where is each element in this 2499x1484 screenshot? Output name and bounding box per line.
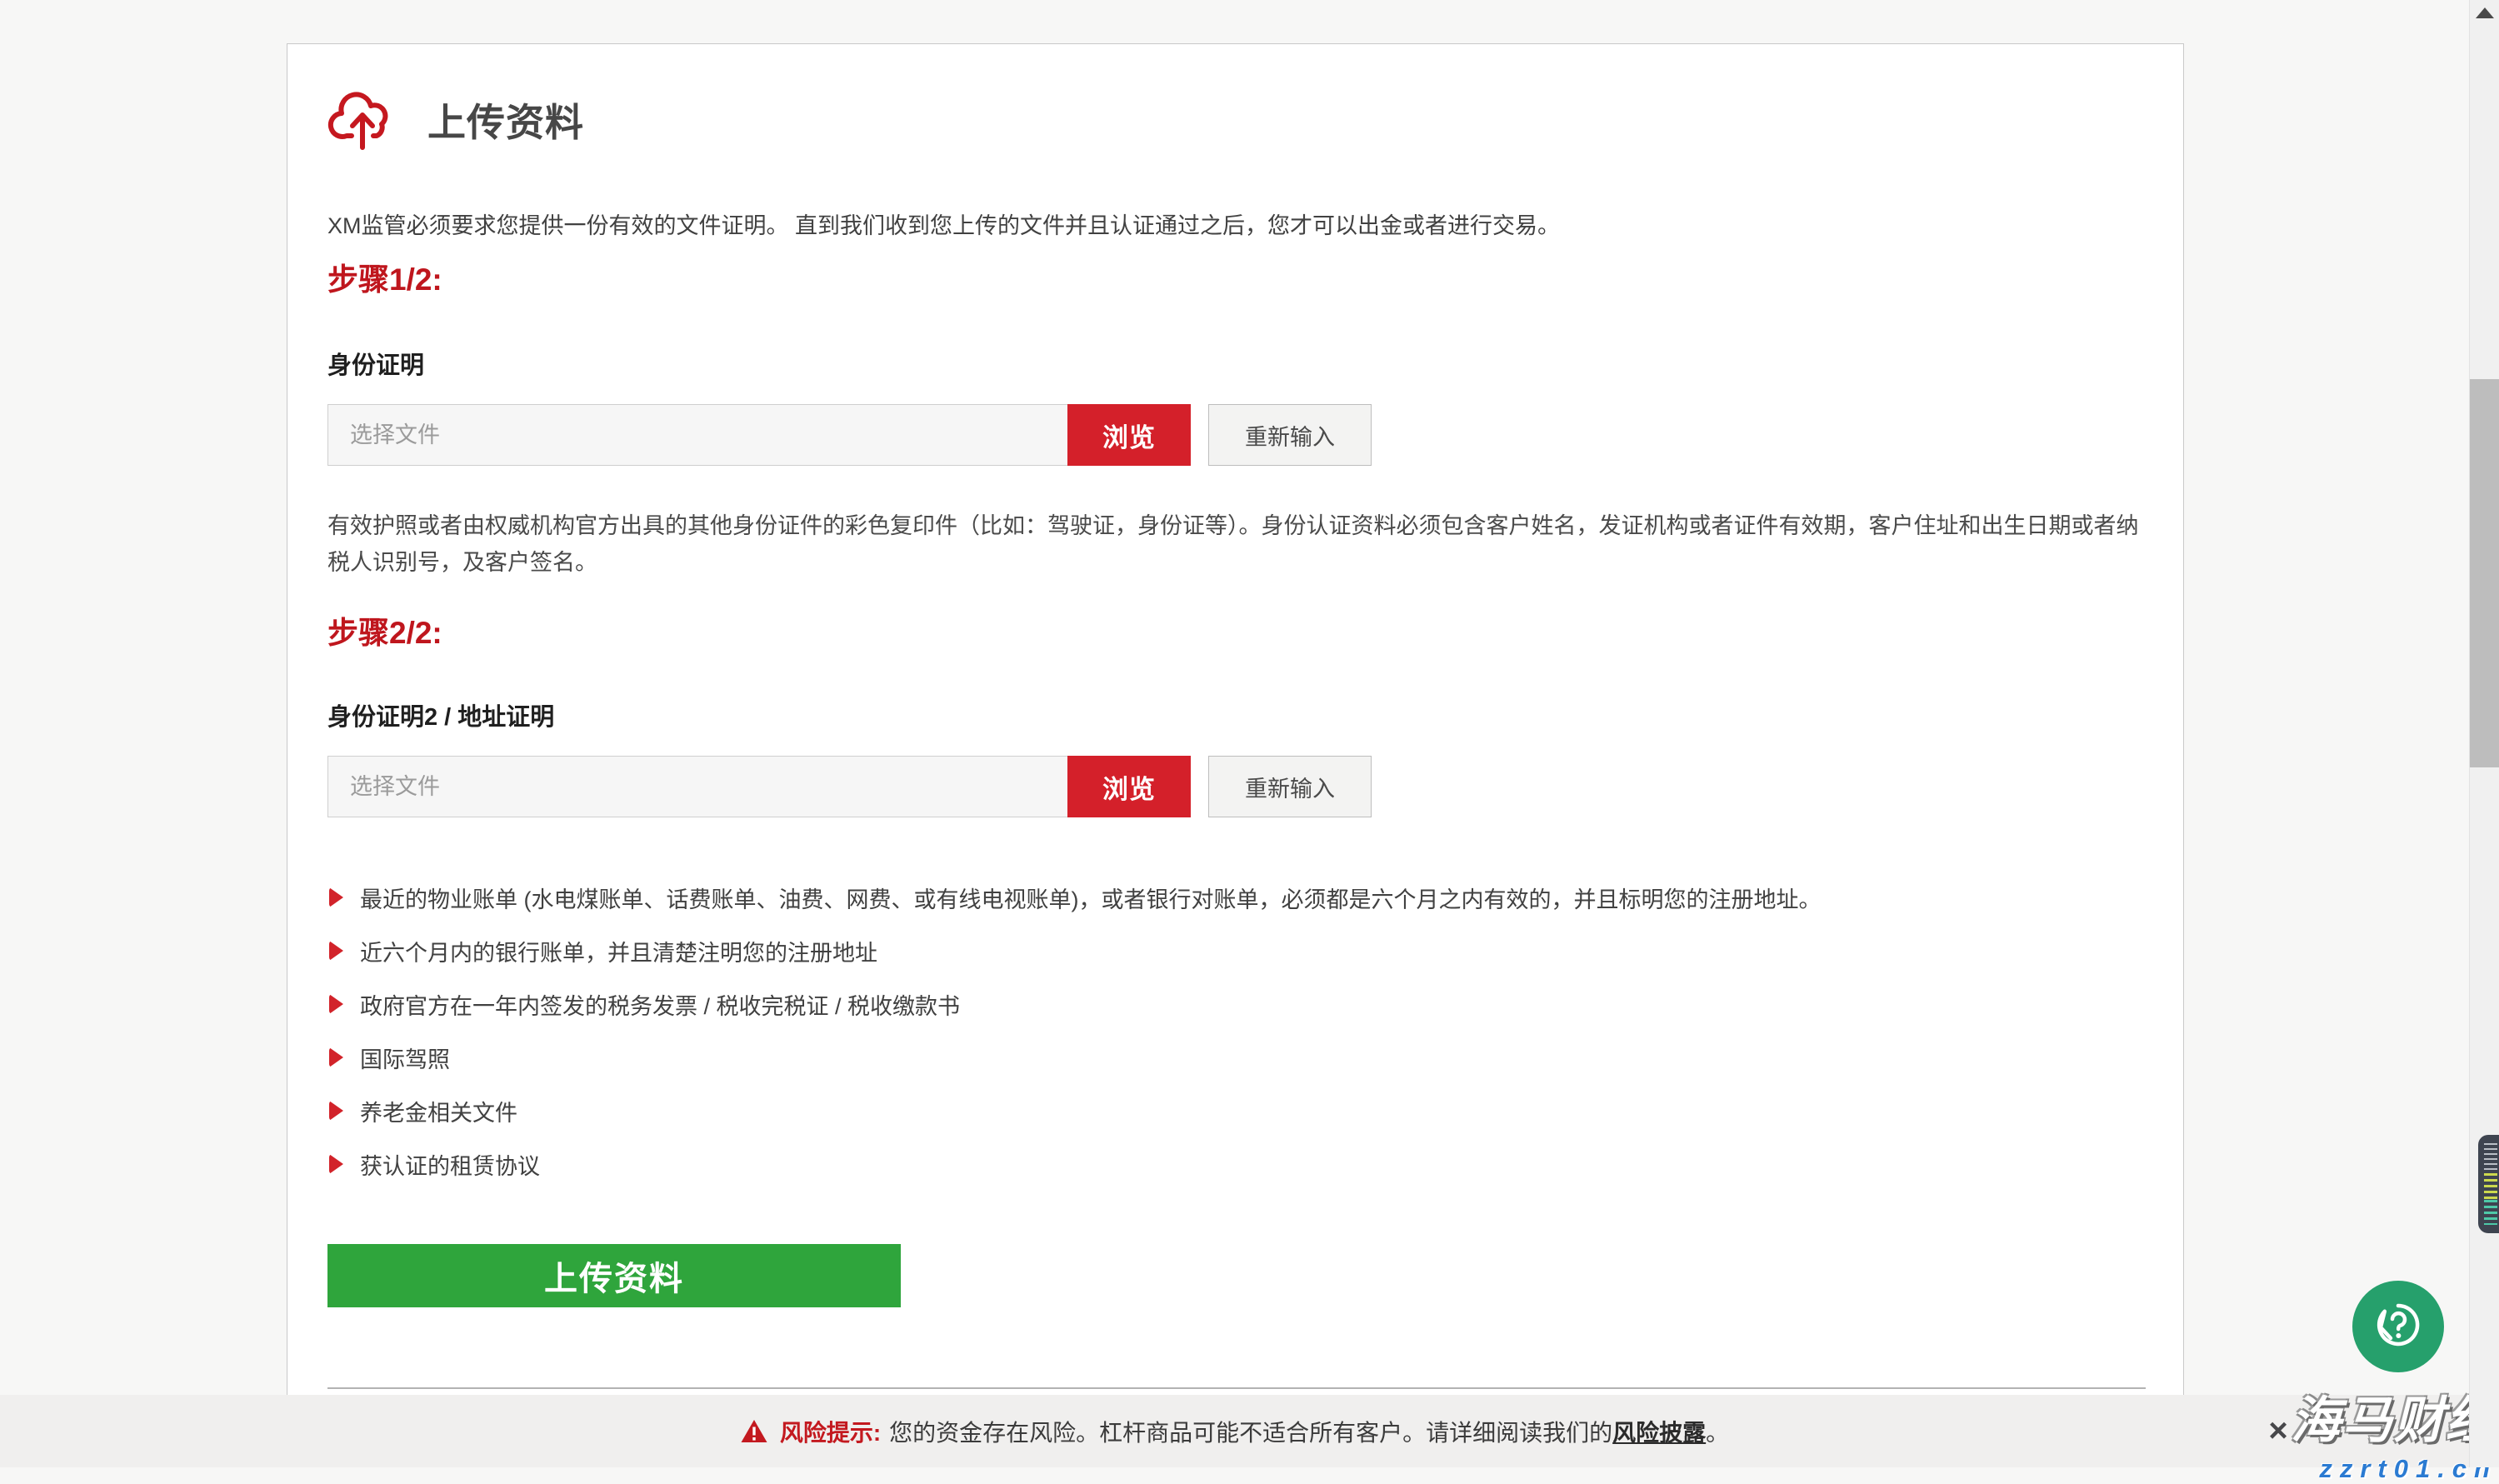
scroll-up-arrow-icon[interactable]	[2476, 7, 2494, 18]
risk-warning-label: 风险提示:	[780, 1415, 881, 1448]
page-header: 上传资料	[327, 84, 584, 155]
bullet-arrow-icon	[329, 941, 343, 961]
equalizer-bars-bottom	[2484, 1200, 2497, 1225]
list-item: 近六个月内的银行账单，并且清楚注明您的注册地址	[329, 924, 1821, 977]
list-item-text: 最近的物业账单 (水电煤账单、话费账单、油费、网费、或有线电视账单)，或者银行对…	[360, 882, 1821, 914]
step-2-heading: 步骤2/2:	[327, 607, 442, 652]
card-bottom-divider	[327, 1387, 2146, 1389]
live-chat-button[interactable]	[2352, 1281, 2444, 1372]
list-item-text: 获认证的租赁协议	[360, 1148, 540, 1181]
bullet-arrow-icon	[329, 887, 343, 907]
list-item-text: 政府官方在一年内签发的税务发票 / 税收完税证 / 税收缴款书	[360, 988, 960, 1021]
identity-proof-file-input[interactable]	[327, 404, 1067, 466]
list-item: 国际驾照	[329, 1031, 1821, 1084]
identity-proof-file-row: 浏览 重新输入	[327, 404, 1372, 466]
identity-proof-label: 身份证明	[327, 346, 424, 381]
bullet-arrow-icon	[329, 1047, 343, 1067]
list-item-text: 近六个月内的银行账单，并且清楚注明您的注册地址	[360, 935, 877, 967]
page-title: 上传资料	[427, 92, 584, 147]
identity-proof-reset-button[interactable]: 重新输入	[1208, 404, 1372, 466]
address-proof-browse-button[interactable]: 浏览	[1067, 756, 1191, 817]
list-item-text: 国际驾照	[360, 1042, 450, 1074]
equalizer-bars-middle	[2484, 1173, 2497, 1200]
scrollbar-thumb[interactable]	[2470, 379, 2499, 767]
bullet-arrow-icon	[329, 1101, 343, 1121]
vertical-scrollbar[interactable]	[2469, 0, 2499, 1467]
upload-documents-card: 上传资料 XM监管必须要求您提供一份有效的文件证明。 直到我们收到您上传的文件并…	[287, 43, 2184, 1395]
help-chat-icon	[2371, 1297, 2426, 1357]
bullet-arrow-icon	[329, 1154, 343, 1174]
list-item: 政府官方在一年内签发的税务发票 / 税收完税证 / 税收缴款书	[329, 977, 1821, 1031]
identity-proof-description: 有效护照或者由权威机构官方出具的其他身份证件的彩色复印件（比如：驾驶证，身份证等…	[327, 507, 2157, 581]
address-proof-file-input[interactable]	[327, 756, 1067, 817]
risk-disclosure-link[interactable]: 风险披露	[1612, 1415, 1706, 1448]
risk-warning-text: 您的资金存在风险。杠杆商品可能不适合所有客户。请详细阅读我们的	[889, 1415, 1612, 1448]
step-1-heading: 步骤1/2:	[327, 254, 442, 299]
list-item: 养老金相关文件	[329, 1084, 1821, 1137]
bullet-arrow-icon	[329, 994, 343, 1014]
list-item-text: 养老金相关文件	[360, 1095, 517, 1127]
warning-triangle-icon	[740, 1418, 768, 1444]
identity-proof-browse-button[interactable]: 浏览	[1067, 404, 1191, 466]
address-proof-file-row: 浏览 重新输入	[327, 756, 1372, 817]
cloud-upload-icon	[327, 84, 397, 155]
intro-text: XM监管必须要求您提供一份有效的文件证明。 直到我们收到您上传的文件并且认证通过…	[327, 207, 2144, 240]
list-item: 最近的物业账单 (水电煤账单、话费账单、油费、网费、或有线电视账单)，或者银行对…	[329, 871, 1821, 924]
equalizer-edge-widget[interactable]	[2478, 1135, 2499, 1233]
upload-documents-button[interactable]: 上传资料	[327, 1244, 901, 1307]
equalizer-bars-top	[2484, 1143, 2497, 1173]
close-icon[interactable]: ×	[2253, 1395, 2303, 1467]
accepted-documents-list: 最近的物业账单 (水电煤账单、话费账单、油费、网费、或有线电视账单)，或者银行对…	[329, 871, 1821, 1191]
address-proof-label: 身份证明2 / 地址证明	[327, 697, 554, 732]
list-item: 获认证的租赁协议	[329, 1137, 1821, 1191]
address-proof-reset-button[interactable]: 重新输入	[1208, 756, 1372, 817]
risk-warning-suffix: 。	[1706, 1415, 1729, 1448]
risk-warning-bar: 风险提示: 您的资金存在风险。杠杆商品可能不适合所有客户。请详细阅读我们的 风险…	[0, 1395, 2469, 1467]
